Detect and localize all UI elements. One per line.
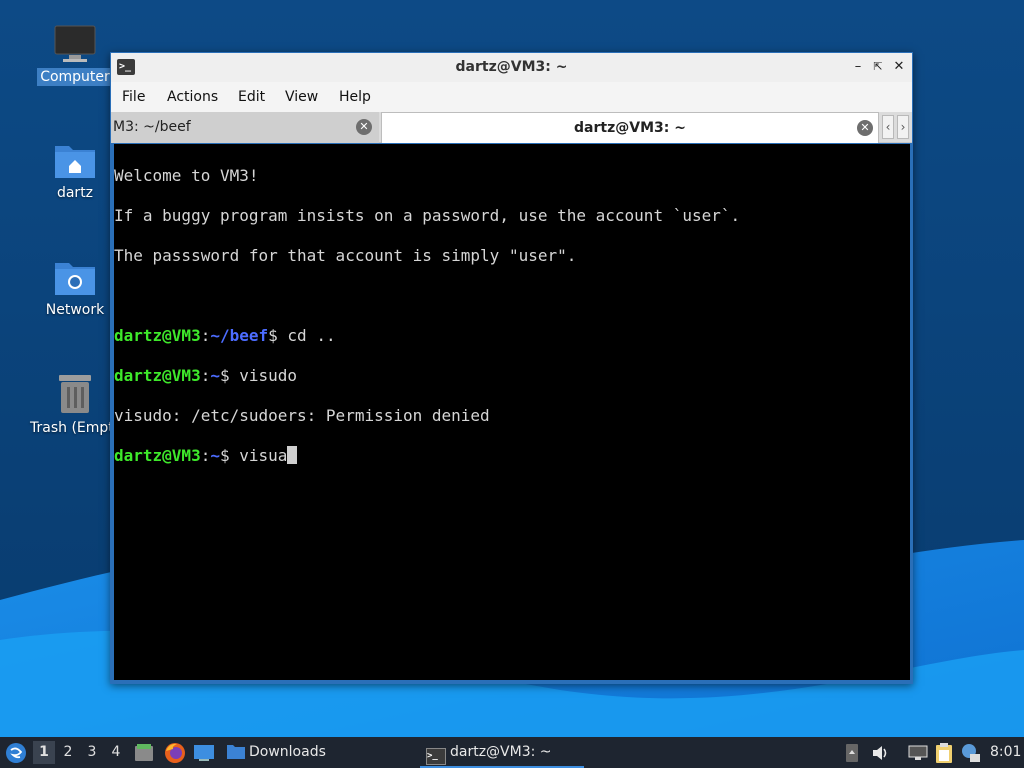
- terminal-line: Welcome to VM3!: [114, 166, 259, 185]
- clipboard-icon[interactable]: [934, 742, 954, 764]
- prompt-command: visudo: [229, 366, 298, 385]
- terminal-prompt-line: dartz@VM3:~$ visudo: [114, 366, 298, 385]
- clock[interactable]: 8:01: [990, 737, 1021, 768]
- maximize-button[interactable]: ⇱: [869, 58, 887, 76]
- volume-icon[interactable]: [871, 744, 891, 762]
- network-icon[interactable]: [907, 744, 929, 762]
- terminal-current-prompt: dartz@VM3:~$ visua: [114, 446, 910, 466]
- prompt-command: cd ..: [277, 326, 336, 345]
- desktop-icon-label: Trash (Empty): [30, 420, 115, 436]
- tab-beef[interactable]: M3: ~/beef ✕: [111, 112, 379, 143]
- window-title: dartz@VM3: ~: [455, 59, 568, 75]
- prompt-path: ~/beef: [210, 326, 269, 345]
- prompt-path: ~: [210, 446, 220, 465]
- workspace-1[interactable]: 1: [33, 741, 55, 764]
- text-cursor: [287, 446, 298, 464]
- terminal-output[interactable]: Welcome to VM3! If a buggy program insis…: [114, 144, 910, 680]
- desktop-icon-label: dartz: [56, 185, 94, 201]
- workspace-4[interactable]: 4: [105, 741, 127, 764]
- monitor-icon: [54, 25, 96, 62]
- minimize-button[interactable]: –: [849, 58, 867, 76]
- desktop-icon-network[interactable]: Network: [35, 257, 115, 319]
- home-folder-icon: [55, 146, 95, 178]
- menu-actions[interactable]: Actions: [167, 82, 218, 112]
- menu-bar: File Actions Edit View Help: [111, 82, 912, 112]
- tab-home[interactable]: dartz@VM3: ~ ✕: [381, 112, 879, 143]
- task-label: dartz@VM3: ~: [450, 744, 552, 760]
- prompt-user: dartz@VM3: [114, 326, 201, 345]
- notification-up-icon[interactable]: [845, 743, 859, 763]
- terminal-small-icon: >_: [426, 748, 446, 765]
- firefox-icon[interactable]: [164, 742, 186, 764]
- tab-bar: M3: ~/beef ✕ dartz@VM3: ~ ✕ ‹ ›: [111, 112, 912, 143]
- tab-scroll-right-icon[interactable]: ›: [897, 115, 909, 139]
- desktop-icon-label: Network: [45, 302, 105, 318]
- close-button[interactable]: ✕: [890, 58, 908, 76]
- trash-icon: [59, 375, 91, 413]
- workspace-2[interactable]: 2: [57, 741, 79, 764]
- show-desktop-icon[interactable]: [193, 744, 215, 762]
- terminal-line: The passsword for that account is simply…: [114, 246, 577, 265]
- menu-file[interactable]: File: [122, 82, 145, 112]
- folder-icon: [227, 745, 245, 759]
- menu-view[interactable]: View: [285, 82, 318, 112]
- desktop-icon-trash[interactable]: Trash (Empty): [30, 373, 115, 441]
- tab-scroll-left-icon[interactable]: ‹: [882, 115, 894, 139]
- terminal-window[interactable]: >_ dartz@VM3: ~ – ⇱ ✕ File Actions Edit …: [110, 52, 913, 684]
- start-menu-icon[interactable]: [5, 742, 27, 764]
- desktop-icon-home[interactable]: dartz: [35, 140, 115, 202]
- file-manager-icon[interactable]: [134, 743, 154, 763]
- tab-label: dartz@VM3: ~: [574, 120, 686, 136]
- window-titlebar[interactable]: >_ dartz@VM3: ~ – ⇱ ✕: [111, 53, 912, 82]
- tab-close-icon[interactable]: ✕: [857, 120, 873, 136]
- task-label: Downloads: [249, 744, 326, 760]
- taskbar-task-downloads[interactable]: Downloads: [226, 737, 326, 768]
- workspace-3[interactable]: 3: [81, 741, 103, 764]
- tab-label: M3: ~/beef: [113, 119, 191, 135]
- desktop-icon-label: Computer: [37, 68, 113, 86]
- network-folder-icon: [55, 263, 95, 295]
- tab-close-icon[interactable]: ✕: [356, 119, 372, 135]
- terminal-error-line: visudo: /etc/sudoers: Permission denied: [114, 406, 490, 425]
- prompt-input[interactable]: visua: [230, 446, 287, 465]
- prompt-user: dartz@VM3: [114, 446, 201, 465]
- update-notifier-icon[interactable]: [960, 742, 982, 764]
- terminal-prompt-line: dartz@VM3:~/beef$ cd ..: [114, 326, 336, 345]
- menu-edit[interactable]: Edit: [238, 82, 265, 112]
- menu-help[interactable]: Help: [339, 82, 371, 112]
- prompt-path: ~: [210, 366, 220, 385]
- taskbar-task-terminal[interactable]: >_ dartz@VM3: ~: [420, 737, 584, 768]
- terminal-line: If a buggy program insists on a password…: [114, 206, 741, 225]
- prompt-user: dartz@VM3: [114, 366, 201, 385]
- desktop-icon-computer[interactable]: Computer: [35, 24, 115, 86]
- taskbar: 1 2 3 4 Downloads >_ dartz@VM3: ~ 8:01: [0, 737, 1024, 768]
